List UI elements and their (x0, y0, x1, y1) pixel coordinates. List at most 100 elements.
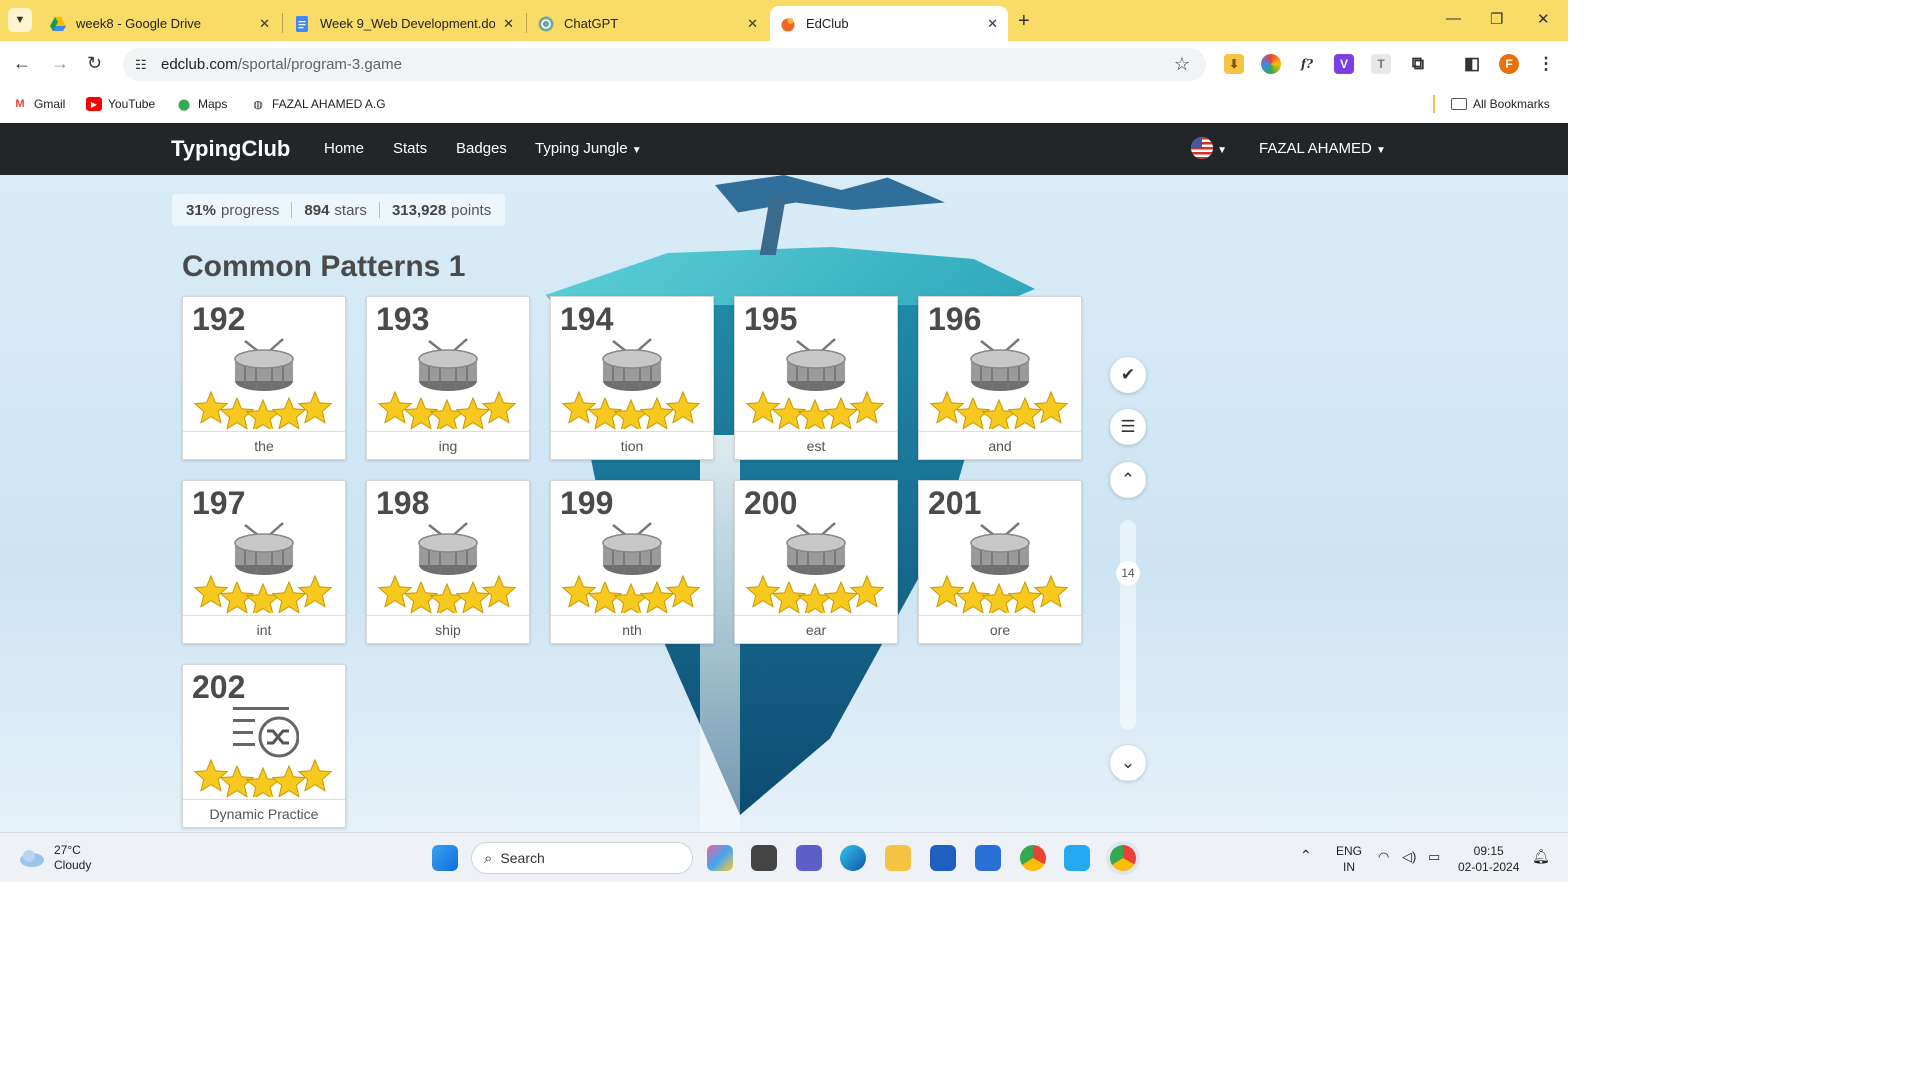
scroll-page-indicator: 14 (1116, 561, 1140, 585)
lesson-card[interactable]: 200 ear (734, 480, 898, 644)
star-icon (1007, 580, 1043, 613)
taskbar-search[interactable]: ⌕ Search (471, 842, 693, 874)
lesson-card[interactable]: 194 tion (550, 296, 714, 460)
close-window-icon[interactable]: ✕ (1537, 10, 1550, 28)
copilot-icon[interactable] (707, 845, 733, 871)
nav-typing-jungle[interactable]: Typing Jungle ▼ (535, 140, 642, 157)
tab-edclub[interactable]: EdClub ✕ (770, 6, 1008, 41)
wifi-icon[interactable]: ◠ (1378, 849, 1389, 865)
tab-google-docs[interactable]: Week 9_Web Development.doc ✕ (284, 6, 524, 41)
lesson-card[interactable]: 202 Dynamic Practice (182, 664, 346, 828)
close-tab-icon[interactable]: ✕ (987, 16, 998, 32)
new-tab-plus-icon[interactable]: + (1018, 10, 1030, 33)
lesson-card[interactable]: 196 and (918, 296, 1082, 460)
close-tab-icon[interactable]: ✕ (503, 16, 514, 32)
google-drive-icon (50, 16, 66, 31)
star-rating (561, 574, 701, 613)
scroll-down-chevron-icon[interactable]: ⌄ (1110, 745, 1146, 781)
profile-avatar[interactable]: F (1499, 54, 1519, 74)
vscode-icon[interactable] (1064, 845, 1090, 871)
star-rating (377, 574, 517, 613)
lesson-card[interactable]: 193 ing (366, 296, 530, 460)
language-indicator[interactable]: ENG IN (1336, 843, 1362, 875)
clock[interactable]: 09:15 02-01-2024 (1458, 843, 1519, 875)
lesson-card[interactable]: 198 ship (366, 480, 530, 644)
lesson-label: Dynamic Practice (183, 799, 345, 828)
bookmark-star-icon[interactable]: ☆ (1174, 54, 1190, 75)
close-tab-icon[interactable]: ✕ (259, 16, 270, 32)
address-bar[interactable]: ☷ edclub.com/sportal/program-3.game ☆ (123, 48, 1206, 81)
volume-icon[interactable]: ◁) (1402, 849, 1416, 865)
file-explorer-icon[interactable] (885, 845, 911, 871)
notification-bell-icon[interactable]: 🔔︎ (1532, 848, 1550, 864)
edge-icon[interactable] (840, 845, 866, 871)
menu-lines-icon[interactable]: ☰ (1110, 409, 1146, 445)
bookmark-maps[interactable]: ⬤ Maps (176, 94, 228, 114)
tab-chatgpt[interactable]: ChatGPT ✕ (528, 6, 768, 41)
battery-icon[interactable]: ▭ (1428, 849, 1440, 865)
region-code: IN (1343, 860, 1355, 874)
nav-home[interactable]: Home (324, 140, 364, 157)
tab-google-drive[interactable]: week8 - Google Drive ✕ (40, 6, 280, 41)
chrome-icon[interactable] (1020, 845, 1046, 871)
downloads-extension-icon[interactable]: ⬇ (1224, 54, 1244, 74)
back-arrow-icon[interactable]: ← (13, 53, 31, 74)
app-icon[interactable] (975, 845, 1001, 871)
scroll-track[interactable] (1120, 520, 1136, 730)
all-bookmarks-button[interactable]: All Bookmarks (1451, 94, 1550, 114)
bookmark-fazal[interactable]: ◍ FAZAL AHAMED A.G (250, 94, 385, 114)
reload-icon[interactable]: ↻ (87, 53, 102, 74)
restore-icon[interactable]: ❐ (1490, 10, 1503, 28)
tab-search-chevron-icon[interactable]: ▼ (8, 8, 32, 32)
lesson-label: and (919, 431, 1081, 460)
lesson-card[interactable]: 195 est (734, 296, 898, 460)
bookmark-label: YouTube (108, 97, 156, 111)
teams-icon[interactable] (796, 845, 822, 871)
side-panel-icon[interactable]: ◧ (1462, 54, 1482, 74)
bookmark-gmail[interactable]: M Gmail (12, 94, 65, 114)
lesson-card[interactable]: 201 ore (918, 480, 1082, 644)
lesson-label: ing (367, 431, 529, 460)
caret-down-icon: ▼ (631, 145, 642, 156)
typingclub-logo[interactable]: TypingClub (171, 136, 290, 162)
minimize-icon[interactable]: — (1446, 10, 1461, 27)
nav-stats[interactable]: Stats (393, 140, 427, 157)
star-icon (981, 398, 1017, 429)
check-circle-icon[interactable]: ✔ (1110, 357, 1146, 393)
lesson-card[interactable]: 192 the (182, 296, 346, 460)
t-extension-icon[interactable]: T (1371, 54, 1391, 74)
language-selector[interactable]: ▼ (1191, 137, 1227, 163)
lesson-number: 198 (376, 485, 430, 521)
kebab-menu-icon[interactable]: ⋮ (1536, 54, 1556, 74)
cloud-icon (20, 850, 44, 867)
lesson-card[interactable]: 197 int (182, 480, 346, 644)
formula-extension-icon[interactable]: f? (1297, 54, 1317, 74)
tray-overflow-chevron-icon[interactable]: ⌃ (1300, 847, 1312, 863)
bookmark-label: Gmail (34, 97, 66, 111)
folder-icon (1451, 98, 1467, 110)
extensions-puzzle-icon[interactable]: ⧉ (1408, 54, 1428, 74)
color-picker-extension-icon[interactable] (1261, 54, 1281, 74)
task-view-icon[interactable] (751, 845, 777, 871)
nav-badges[interactable]: Badges (456, 140, 507, 157)
windows-start-icon[interactable] (432, 845, 458, 871)
close-tab-icon[interactable]: ✕ (747, 16, 758, 32)
lesson-card[interactable]: 199 nth (550, 480, 714, 644)
user-menu[interactable]: FAZAL AHAMED ▼ (1259, 140, 1386, 157)
site-info-icon[interactable]: ☷ (135, 57, 155, 73)
weather-widget[interactable]: 27°C Cloudy (18, 843, 91, 873)
star-icon (639, 580, 675, 613)
v-extension-icon[interactable]: V (1334, 54, 1354, 74)
bookmark-youtube[interactable]: ▶ YouTube (86, 94, 155, 114)
star-rating (193, 390, 333, 429)
stats-divider (378, 202, 380, 218)
section-title: Common Patterns 1 (182, 250, 466, 283)
stars-value: 894 (304, 201, 330, 219)
gmail-icon: M (15, 98, 25, 110)
scroll-up-chevron-icon[interactable]: ⌃ (1110, 462, 1146, 498)
lesson-label: ore (919, 615, 1081, 644)
forward-arrow-icon[interactable]: → (51, 53, 69, 74)
chrome-active-icon[interactable] (1110, 845, 1136, 871)
star-icon (665, 574, 701, 608)
microsoft-store-icon[interactable] (930, 845, 956, 871)
